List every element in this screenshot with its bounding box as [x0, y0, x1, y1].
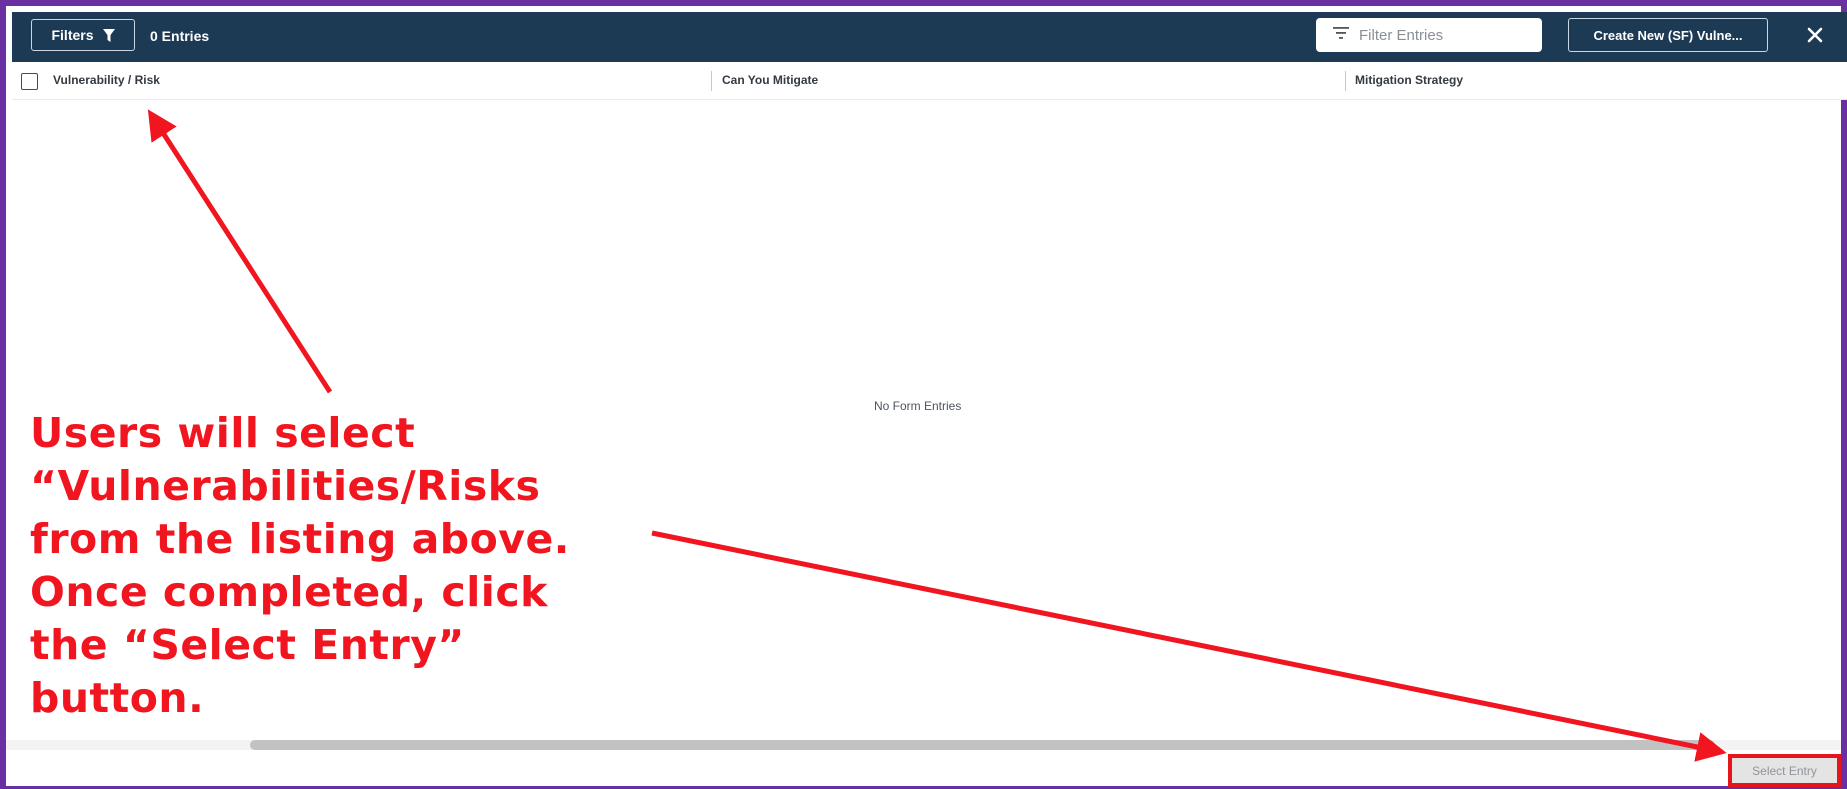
column-header-can-you-mitigate[interactable]: Can You Mitigate — [722, 62, 818, 99]
entries-count: 0 Entries — [150, 28, 210, 44]
filters-button[interactable]: Filters — [31, 19, 135, 51]
horizontal-scrollbar-thumb[interactable] — [250, 740, 1715, 750]
close-icon[interactable] — [1802, 22, 1828, 48]
column-divider[interactable] — [1345, 71, 1346, 91]
funnel-icon — [102, 28, 115, 42]
annotation-line: button. — [30, 674, 205, 722]
filter-entries-box[interactable] — [1316, 18, 1542, 52]
filter-lines-icon — [1333, 26, 1349, 44]
empty-table-message: No Form Entries — [874, 399, 962, 413]
column-header-vulnerability-risk[interactable]: Vulnerability / Risk — [53, 62, 160, 99]
select-entry-button[interactable]: Select Entry — [1728, 754, 1841, 787]
toolbar: Filters 0 Entries Create New (SF) Vulne.… — [12, 12, 1847, 62]
annotation-line: Once completed, click — [30, 568, 548, 616]
table-header-row: Vulnerability / Risk Can You Mitigate Mi… — [12, 62, 1847, 100]
filter-entries-input[interactable] — [1357, 25, 1541, 45]
column-header-mitigation-strategy[interactable]: Mitigation Strategy — [1355, 62, 1463, 99]
select-all-checkbox[interactable] — [21, 73, 38, 90]
filters-button-label: Filters — [51, 27, 94, 43]
annotation-line: “Vulnerabilities/Risks — [30, 462, 541, 510]
column-divider[interactable] — [711, 71, 712, 91]
instruction-annotation: Users will select “Vulnerabilities/Risks… — [30, 407, 650, 725]
annotation-line: from the listing above. — [30, 515, 570, 563]
create-new-button[interactable]: Create New (SF) Vulne... — [1568, 18, 1768, 52]
annotation-line: the “Select Entry” — [30, 621, 465, 669]
annotation-line: Users will select — [30, 409, 416, 457]
